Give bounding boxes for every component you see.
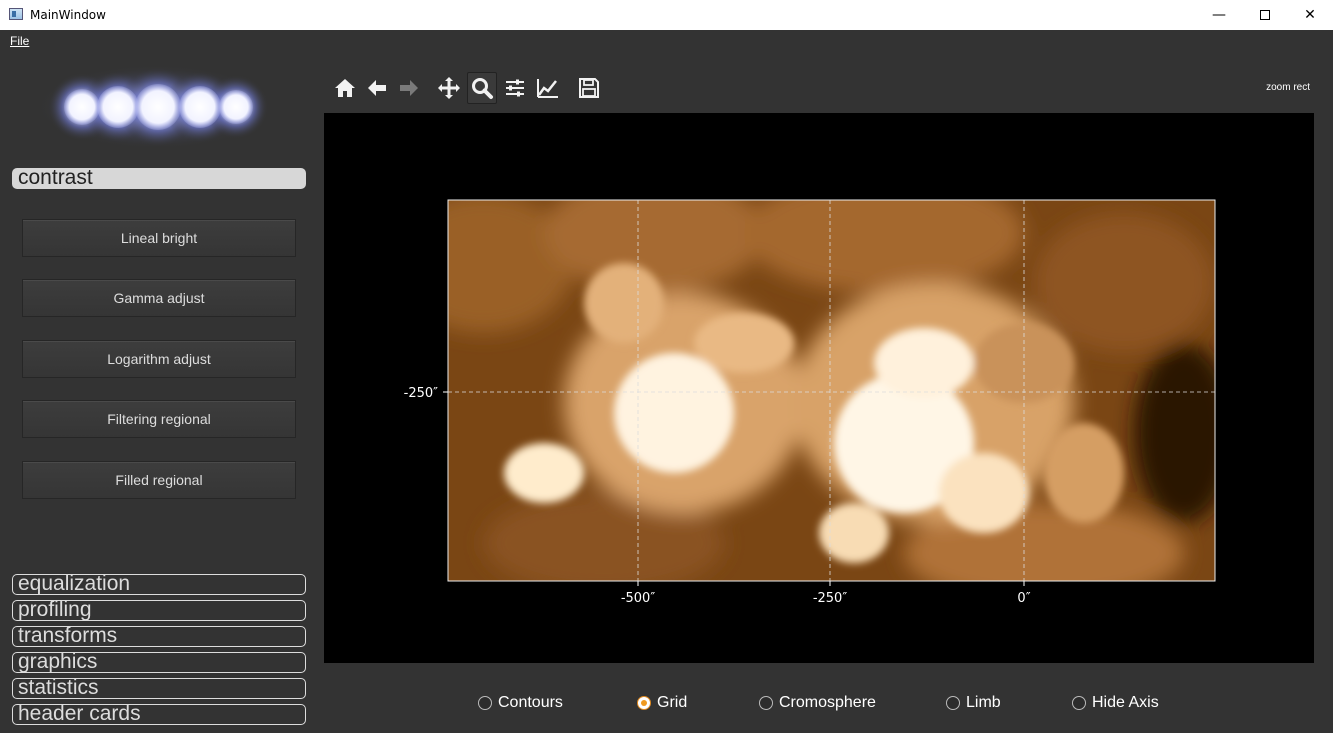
pan-icon <box>438 77 460 99</box>
maximize-button[interactable] <box>1242 0 1288 30</box>
section-contrast[interactable]: contrast <box>12 168 306 189</box>
forward-button[interactable] <box>394 72 424 104</box>
radio-label: Cromosphere <box>779 694 876 711</box>
save-icon <box>579 78 599 98</box>
x-tick-label: 0″ <box>1017 591 1030 606</box>
solar-image <box>448 200 1215 581</box>
subplots-icon <box>506 79 524 97</box>
radio-label: Grid <box>657 694 688 711</box>
logarithm-adjust-button[interactable]: Logarithm adjust <box>22 340 296 378</box>
radio-label: Hide Axis <box>1092 694 1159 711</box>
cromosphere-radio[interactable]: Cromosphere <box>759 694 876 712</box>
plot-figure[interactable]: -500″ -250″ 0″ -250″ <box>324 113 1314 663</box>
menu-bar: File <box>0 30 1333 52</box>
window-titlebar: MainWindow — ✕ <box>0 0 1333 30</box>
y-tick-label: -250″ <box>404 386 439 401</box>
filtering-regional-button[interactable]: Filtering regional <box>22 400 296 438</box>
back-arrow-icon <box>368 80 386 96</box>
radio-indicator <box>946 696 960 710</box>
close-button[interactable]: ✕ <box>1287 0 1333 30</box>
zoom-icon <box>472 78 493 99</box>
section-transforms[interactable]: transforms <box>12 626 306 647</box>
minimize-button[interactable]: — <box>1196 0 1242 30</box>
customize-button[interactable] <box>533 72 563 104</box>
x-tick-label: -250″ <box>813 591 848 606</box>
menu-file[interactable]: File <box>10 34 29 48</box>
lineal-bright-button[interactable]: Lineal bright <box>22 219 296 257</box>
window-title: MainWindow <box>30 8 106 22</box>
hide-axis-radio[interactable]: Hide Axis <box>1072 694 1159 712</box>
app-logo <box>37 65 273 149</box>
section-profiling[interactable]: profiling <box>12 600 306 621</box>
back-button[interactable] <box>362 72 392 104</box>
filled-regional-button[interactable]: Filled regional <box>22 461 296 499</box>
section-equalization[interactable]: equalization <box>12 574 306 595</box>
radio-indicator <box>478 696 492 710</box>
forward-arrow-icon <box>400 80 418 96</box>
toolbar-mode-label: zoom rect <box>1266 82 1310 93</box>
limb-radio[interactable]: Limb <box>946 694 1001 712</box>
maximize-icon <box>1260 10 1270 20</box>
solar-plot[interactable]: -500″ -250″ 0″ -250″ <box>324 113 1314 663</box>
grid-radio[interactable]: Grid <box>637 694 687 712</box>
radio-label: Contours <box>498 694 563 711</box>
customize-icon <box>537 79 558 98</box>
pan-button[interactable] <box>434 72 464 104</box>
radio-indicator <box>759 696 773 710</box>
gamma-adjust-button[interactable]: Gamma adjust <box>22 279 296 317</box>
home-button[interactable] <box>330 72 360 104</box>
save-button[interactable] <box>574 72 604 104</box>
x-tick-label: -500″ <box>621 591 656 606</box>
subplots-button[interactable] <box>500 72 530 104</box>
zoom-button[interactable] <box>467 72 497 104</box>
contours-radio[interactable]: Contours <box>478 694 563 712</box>
section-header-cards[interactable]: header cards <box>12 704 306 725</box>
radio-indicator <box>637 696 651 710</box>
section-graphics[interactable]: graphics <box>12 652 306 673</box>
radio-indicator <box>1072 696 1086 710</box>
home-icon <box>335 79 355 97</box>
section-statistics[interactable]: statistics <box>12 678 306 699</box>
radio-label: Limb <box>966 694 1001 711</box>
app-window-icon <box>9 8 23 20</box>
